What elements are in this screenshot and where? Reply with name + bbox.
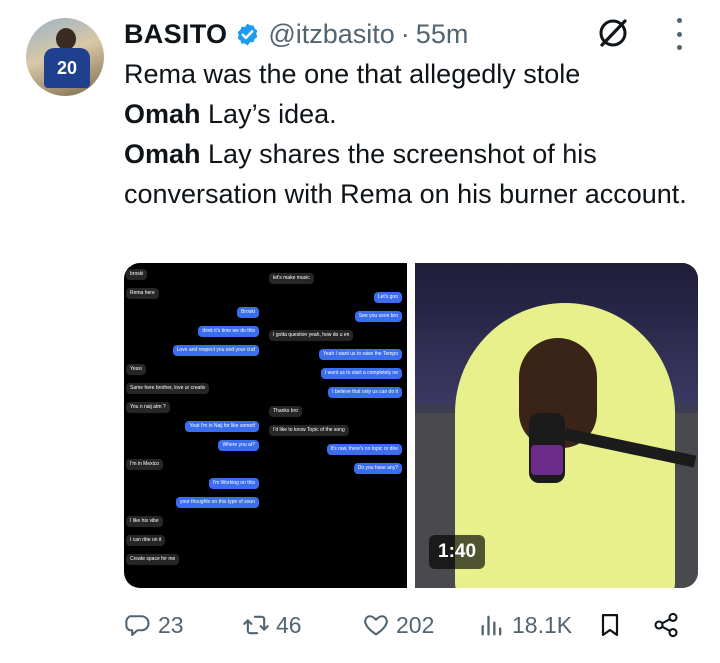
views-button[interactable]: 18.1K <box>478 605 572 645</box>
chat-message: You n naij atm ? <box>126 402 170 413</box>
chat-message: Love and respect you and your craf <box>172 345 259 356</box>
avatar[interactable]: 20 <box>26 18 104 96</box>
repost-button[interactable]: 46 <box>242 605 302 645</box>
like-button[interactable]: 202 <box>362 605 434 645</box>
chat-message: Thanks bro <box>269 406 303 417</box>
separator-dot: · <box>400 18 410 49</box>
share-icon <box>654 612 678 638</box>
reply-icon <box>125 615 150 636</box>
bookmark-icon <box>601 613 619 637</box>
tweet-text: Rema was the one that allegedly stole Om… <box>124 54 694 214</box>
video-duration-badge: 1:40 <box>429 535 486 569</box>
chat-message: Broski <box>237 307 259 318</box>
bookmark-button[interactable] <box>596 605 624 645</box>
chat-message: I want us to start a completely ne <box>320 368 402 379</box>
avatar-jersey: 20 <box>44 48 90 88</box>
chat-message: let's make music <box>269 273 314 284</box>
video-player[interactable]: 1:40 <box>415 263 698 588</box>
timestamp[interactable]: 55m <box>416 19 469 50</box>
chat-message: your thoughts on this type of soun <box>175 497 259 508</box>
tweet-text-line-3: Omah Lay shares the screenshot of his co… <box>124 134 694 214</box>
chat-message: It's raw, there's no topic or dire <box>326 444 402 455</box>
repost-icon <box>243 615 269 635</box>
chat-message: Where you at? <box>218 440 259 451</box>
text-fragment: Lay shares the screenshot of his convers… <box>124 139 687 209</box>
chat-screenshot-image[interactable]: broski Rema here Broski think it's time we … <box>124 263 407 588</box>
chat-message: I'd like to know Topic of the song <box>269 425 349 436</box>
tweet-text-line-2: Omah Lay’s idea. <box>124 94 694 134</box>
more-dot <box>676 31 682 37</box>
like-count: 202 <box>396 611 435 638</box>
tweet-text-line-1: Rema was the one that allegedly stole <box>124 59 581 89</box>
more-dot <box>676 18 682 23</box>
user-handle[interactable]: @itzbasito <box>268 19 394 50</box>
grok-icon[interactable] <box>596 16 630 50</box>
chat-message: I'm Working on this <box>208 478 259 489</box>
chat-message: Rema here <box>126 288 159 299</box>
chat-message: See you soon bro <box>354 311 402 322</box>
reply-button[interactable]: 23 <box>124 605 184 645</box>
chat-message: think it's time we do this <box>198 326 259 337</box>
bold-name: Omah <box>124 99 201 129</box>
verified-badge-icon <box>238 23 258 45</box>
chat-message: Create space for me <box>126 554 180 565</box>
video-mic-logo <box>531 445 563 475</box>
avatar-head <box>56 28 76 50</box>
like-icon <box>364 615 388 636</box>
share-button[interactable] <box>652 605 680 645</box>
chat-message: I'm in Mexico <box>126 459 164 470</box>
bold-name: Omah <box>124 139 201 169</box>
chat-message: Yeat I'm in Naij for like sometf <box>185 421 259 432</box>
chat-message: broski <box>126 269 148 280</box>
chat-message: Yeah I want us to raise the Tempo <box>318 349 402 360</box>
reply-count: 23 <box>158 611 184 638</box>
chat-message: Let's goo <box>373 292 402 303</box>
chat-message: I gotta question yeah, how do u en <box>269 330 354 341</box>
display-name[interactable]: BASITO <box>124 19 227 50</box>
chat-message: I like his vibe <box>126 516 163 527</box>
repost-count: 46 <box>276 611 302 638</box>
media-grid: broski Rema here Broski think it's time we … <box>124 263 698 588</box>
chat-message: Same here brother, love ur creativ <box>126 383 210 394</box>
chat-message: I can ribe on it <box>126 535 166 546</box>
more-dot <box>676 45 682 50</box>
chat-message: Do you have any? <box>353 463 402 474</box>
action-bar: 23 46 202 18.1K <box>124 605 694 645</box>
more-icon[interactable] <box>672 18 686 50</box>
tweet-header: BASITO @itzbasito · 55m <box>124 14 468 54</box>
views-count: 18.1K <box>512 611 573 638</box>
views-icon <box>481 615 502 636</box>
chat-message: I believe that only us can do it <box>328 387 402 398</box>
text-fragment: Lay’s idea. <box>200 99 337 129</box>
avatar-jersey-number: 20 <box>56 58 78 78</box>
chat-message: Yessi <box>126 364 146 375</box>
